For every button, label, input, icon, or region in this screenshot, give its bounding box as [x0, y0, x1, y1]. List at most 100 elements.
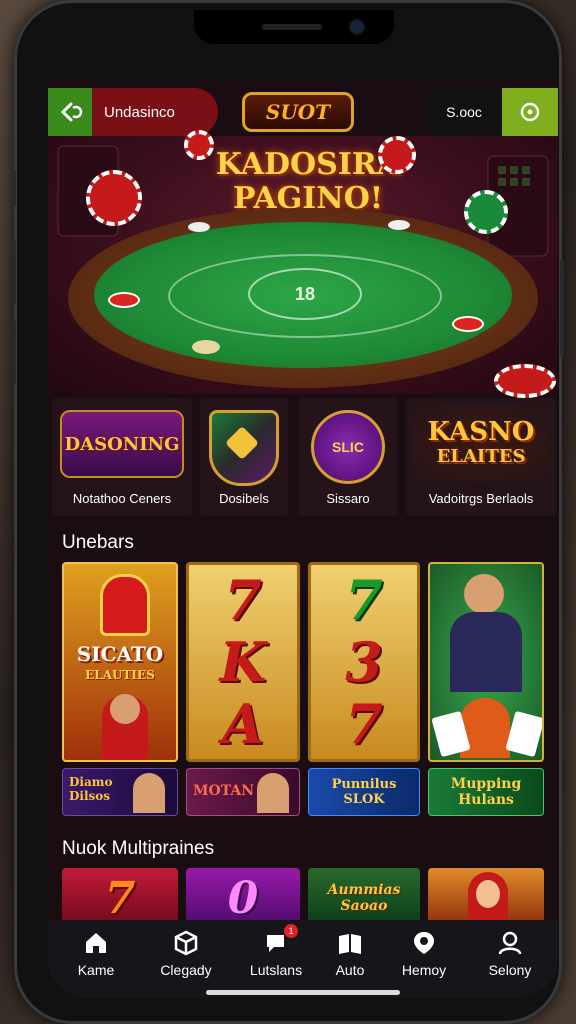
category-dosibels[interactable]: Dosibels [200, 398, 288, 516]
game-tile-multi-2[interactable]: 0 [186, 868, 300, 928]
reel-symbol: 7 [345, 692, 383, 756]
game-tile-live-dealer[interactable] [428, 562, 544, 762]
dealer-suit [450, 612, 522, 692]
cube-icon [174, 930, 198, 956]
notification-badge: 1 [284, 924, 298, 938]
chip-top [184, 130, 214, 160]
tile-symbol: 0 [227, 872, 259, 924]
coin-text: SLIC [332, 439, 364, 455]
home-indicator[interactable] [206, 990, 400, 995]
table-chip-4 [452, 316, 484, 332]
diamond-icon [225, 426, 259, 460]
nav-label: Kame [77, 962, 115, 978]
person-icon [498, 931, 522, 955]
nav-auto[interactable]: Auto [308, 928, 392, 988]
character-art [100, 574, 150, 636]
category-label: Vadoitrgs Berlaols [428, 491, 534, 506]
category-label: Notathoo Ceners [72, 491, 172, 506]
nav-label: Auto [335, 962, 365, 978]
top-bar: Undasinco SUOT S.ooc [48, 88, 558, 136]
camera-notch [194, 10, 394, 44]
front-camera [350, 20, 364, 34]
banner-text: Diamo Dilsos [69, 775, 113, 803]
nav-label: Selony [488, 962, 532, 978]
banner-text: MOTAN [193, 783, 255, 799]
dealer-face [110, 694, 140, 724]
character-face [476, 880, 500, 908]
slot-logo-badge[interactable]: SUOT [242, 92, 354, 132]
nav-home[interactable]: Kame [54, 928, 138, 988]
reel-symbol: K [219, 630, 267, 694]
reel-symbol: A [222, 692, 264, 756]
dealer-face [464, 574, 504, 614]
table-number: 18 [248, 268, 362, 320]
game-tile-multi-4[interactable] [428, 868, 544, 928]
section-title-unebars: Unebars [62, 532, 134, 553]
category-vadoitrgs[interactable]: KASNO ELAITES Vadoitrgs Berlaols [406, 398, 556, 516]
volume-down-button [12, 320, 16, 384]
category-label: Dosibels [219, 491, 269, 506]
banner-character [133, 773, 165, 813]
promo-banner-1[interactable]: Diamo Dilsos [62, 768, 178, 816]
nav-label: Clegady [160, 962, 212, 978]
mute-switch [12, 170, 16, 206]
target-button[interactable] [502, 88, 558, 136]
category-art-4: KASNO ELAITES [411, 404, 551, 482]
nav-chat[interactable]: 1 Lutslans [234, 924, 318, 988]
category-art-text-1: DASONING [64, 433, 180, 455]
section-title-multipraines: Nuok Multipraines [62, 838, 215, 859]
reel-symbol: 3 [345, 630, 383, 694]
nav-selony[interactable]: Selony [468, 928, 552, 988]
category-label: Sissaro [326, 491, 370, 506]
tile-symbol: 7 [104, 872, 136, 924]
game-tile-reel-2[interactable]: 7 3 7 [308, 562, 420, 762]
promo-banner-3[interactable]: Punnilus SLOK [308, 768, 420, 816]
phone-frame: Undasinco SUOT S.ooc KADOSIRA PAGINO! 18… [12, 0, 564, 1024]
category-notathoo[interactable]: DASONING Notathoo Ceners [52, 398, 192, 516]
speaker-grille [262, 24, 322, 30]
reel-symbol: 7 [224, 568, 262, 632]
volume-up-button [12, 240, 16, 304]
nav-label: Lutslans [249, 962, 303, 978]
table-chip-1 [188, 222, 210, 232]
promo-banner-4[interactable]: Mupping Hulans [428, 768, 544, 816]
game-tile-reel-1[interactable]: 7 K A [186, 562, 300, 762]
app-screen: Undasinco SUOT S.ooc KADOSIRA PAGINO! 18… [48, 78, 558, 998]
book-icon [339, 934, 361, 954]
tile-subtitle: ELAUTIES [85, 668, 155, 682]
back-button[interactable] [48, 88, 92, 136]
category-art-1: DASONING [60, 410, 184, 478]
playing-card [505, 710, 542, 758]
chip-stack [494, 364, 556, 398]
target-icon [520, 102, 540, 122]
game-tile-multi-1[interactable]: 7 [62, 868, 178, 928]
shield-icon [209, 410, 279, 486]
banner-text: Mupping Hulans [450, 776, 522, 808]
brand-name: Undasinco [92, 88, 218, 136]
power-button [560, 260, 564, 356]
home-icon [86, 933, 106, 953]
banner-text: Punnilus SLOK [331, 777, 397, 807]
promo-banner-2[interactable]: MOTAN [186, 768, 300, 816]
nav-hemoy[interactable]: Hemoy [382, 928, 466, 988]
category-art-text-4a: KASNO [427, 417, 535, 447]
green-chip [464, 190, 508, 234]
table-chip-3 [192, 340, 220, 354]
red-chip-small [378, 136, 416, 174]
game-tile-sicato[interactable]: SICATO ELAUTIES [62, 562, 178, 762]
category-row: DASONING Notathoo Ceners Dosibels SLIC S… [48, 398, 558, 516]
reel-symbol: 7 [345, 568, 383, 632]
game-tile-multi-3[interactable]: Aummias Saoao [308, 868, 420, 928]
tile-title: SICATO [76, 642, 164, 666]
table-chip-5 [388, 220, 410, 230]
location-icon [414, 932, 434, 954]
back-arrow-icon [60, 102, 83, 122]
nav-category[interactable]: Clegady [144, 928, 228, 988]
balance-display[interactable]: S.ooc [426, 88, 502, 136]
tile-symbol: Aummias Saoao [327, 882, 401, 914]
red-chip [86, 170, 142, 226]
bottom-navigation: Kame Clegady 1 Lutslans Auto Hemoy Selon… [48, 920, 558, 998]
banner-character [257, 773, 289, 813]
category-sissaro[interactable]: SLIC Sissaro [298, 398, 398, 516]
category-art-text-4b: ELAITES [436, 446, 526, 467]
